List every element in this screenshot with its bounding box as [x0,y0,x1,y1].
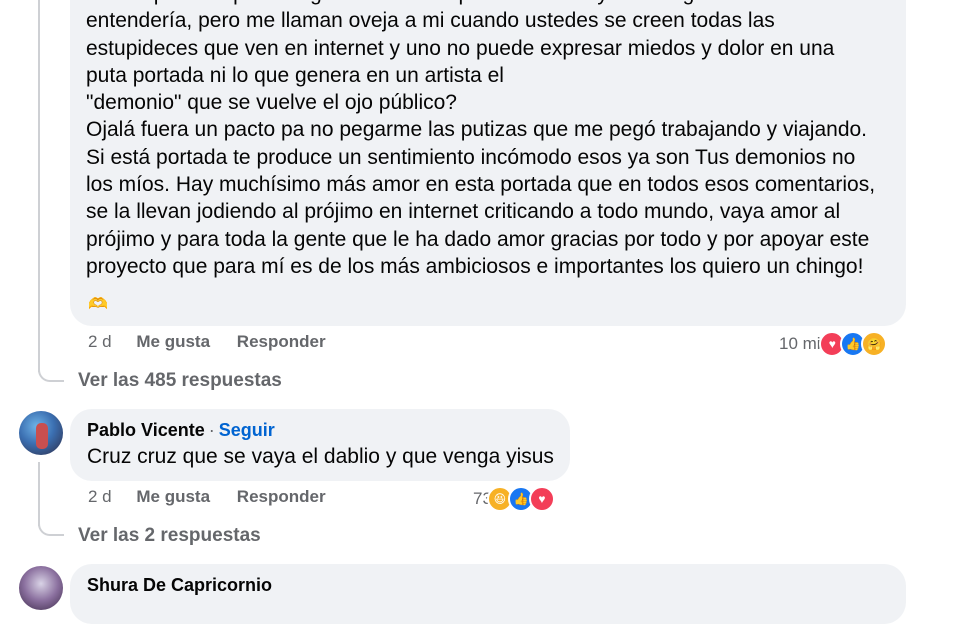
reaction-count: 10 mil [779,334,825,353]
separator-dot: · [208,420,215,440]
comment-time[interactable]: 2 d [88,487,112,507]
follow-button[interactable]: Seguir [219,420,275,440]
avatar[interactable] [19,566,63,610]
comment-header: Shura De Capricornio [87,575,272,596]
thread-line-2 [38,462,40,526]
avatar-figure [36,423,48,449]
thread-curve-2 [38,524,64,536]
thread-line [38,0,40,372]
comment-header: Pablo Vicente · Seguir [87,420,275,441]
love-icon: ♥ [528,486,555,512]
care-icon: 🤗 [861,331,888,357]
thread-curve [38,370,64,382]
reply-button[interactable]: Responder [237,487,326,507]
comment-bubble: Pablo Vicente · Seguir Cruz cruz que se va… [70,409,570,481]
heart-hands-emoji: 🫶 [88,296,108,313]
comment-bubble: Sabía que esta portada generaría una opi… [70,0,906,326]
author-name[interactable]: Shura De Capricornio [87,575,272,595]
comment-text: Sabía que esta portada generaría una opi… [86,0,876,278]
comment-time[interactable]: 2 d [88,332,112,352]
comment-text: Cruz cruz que se vaya el dablio y que ve… [87,445,554,468]
reaction-summary[interactable]: 10 mil ♥ 👍 🤗 [779,331,888,357]
comment-bubble: Shura De Capricornio [70,564,906,624]
avatar[interactable] [19,411,63,455]
reaction-summary[interactable]: 73 😆 👍 ♥ [473,486,555,512]
view-replies-link[interactable]: Ver las 485 respuestas [78,370,282,392]
reply-button[interactable]: Responder [237,332,326,352]
like-button[interactable]: Me gusta [136,487,210,507]
view-replies-link[interactable]: Ver las 2 respuestas [78,525,261,547]
comment-actions: 2 d Me gusta Responder [88,332,326,352]
comment-actions: 2 d Me gusta Responder [88,487,326,507]
like-button[interactable]: Me gusta [136,332,210,352]
author-name[interactable]: Pablo Vicente [87,420,205,440]
